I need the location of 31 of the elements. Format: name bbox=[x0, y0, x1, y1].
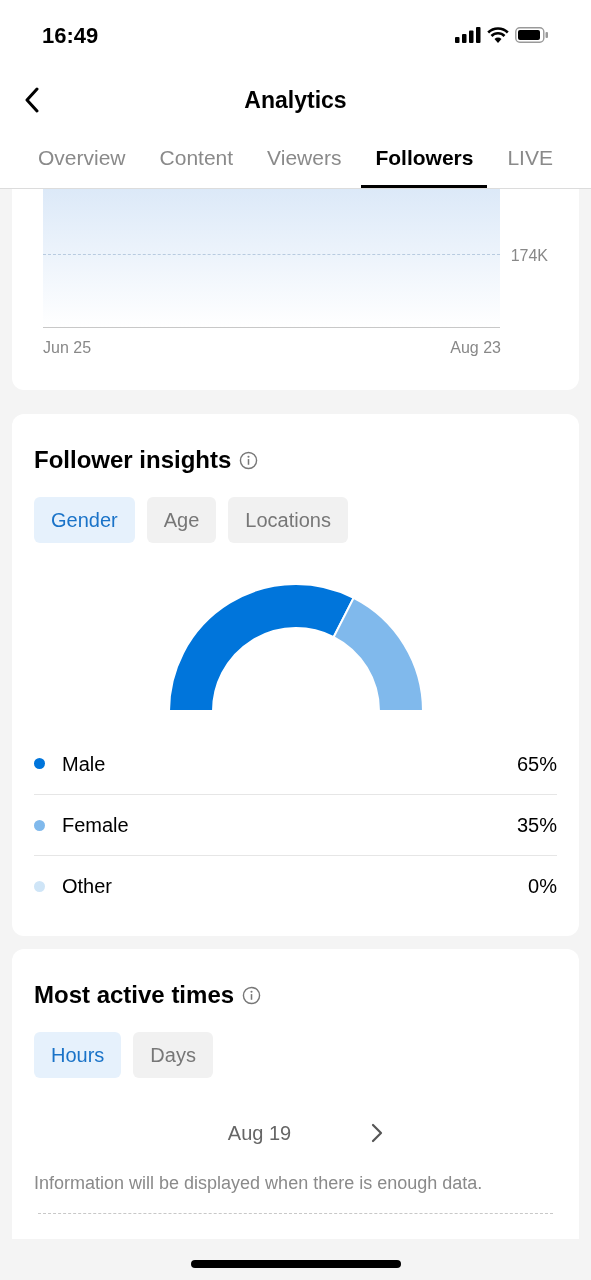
tab[interactable]: Content bbox=[159, 129, 234, 188]
info-icon[interactable] bbox=[242, 985, 262, 1005]
legend-value: 65% bbox=[516, 751, 557, 777]
status-time: 16:49 bbox=[42, 21, 99, 50]
tab[interactable]: Viewers bbox=[267, 129, 342, 188]
legend-value: 0% bbox=[528, 874, 557, 899]
axis-label: 174K bbox=[510, 246, 548, 266]
signal-icon bbox=[455, 27, 481, 43]
filter-chip[interactable]: Locations bbox=[228, 497, 348, 543]
section-title: Most active times bbox=[34, 980, 235, 1010]
axis-label: Aug 23 bbox=[450, 338, 501, 358]
back-icon[interactable] bbox=[24, 87, 40, 113]
date-label: Aug 19 bbox=[227, 1121, 292, 1146]
legend-label: Male bbox=[62, 751, 106, 777]
empty-message: Information will be displayed when there is enough data. bbox=[34, 1172, 484, 1195]
section-title: Follower insights bbox=[34, 445, 232, 475]
filter-chip[interactable]: Gender bbox=[34, 497, 135, 543]
legend-value: 35% bbox=[516, 813, 557, 838]
legend-label: Other bbox=[62, 874, 113, 899]
page-title: Analytics bbox=[244, 85, 347, 115]
battery-icon bbox=[515, 27, 549, 43]
filter-chip[interactable]: Days bbox=[133, 1032, 213, 1078]
tab[interactable]: LIVE bbox=[507, 129, 553, 188]
chevron-right-icon[interactable] bbox=[371, 1123, 384, 1143]
filter-chip[interactable]: Hours bbox=[34, 1032, 122, 1078]
filter-chip[interactable]: Age bbox=[146, 497, 217, 543]
wifi-icon bbox=[487, 27, 509, 43]
info-icon[interactable] bbox=[239, 450, 259, 470]
tab[interactable]: Overview bbox=[38, 129, 126, 188]
axis-label: Jun 25 bbox=[43, 338, 92, 358]
legend-label: Female bbox=[62, 813, 129, 838]
